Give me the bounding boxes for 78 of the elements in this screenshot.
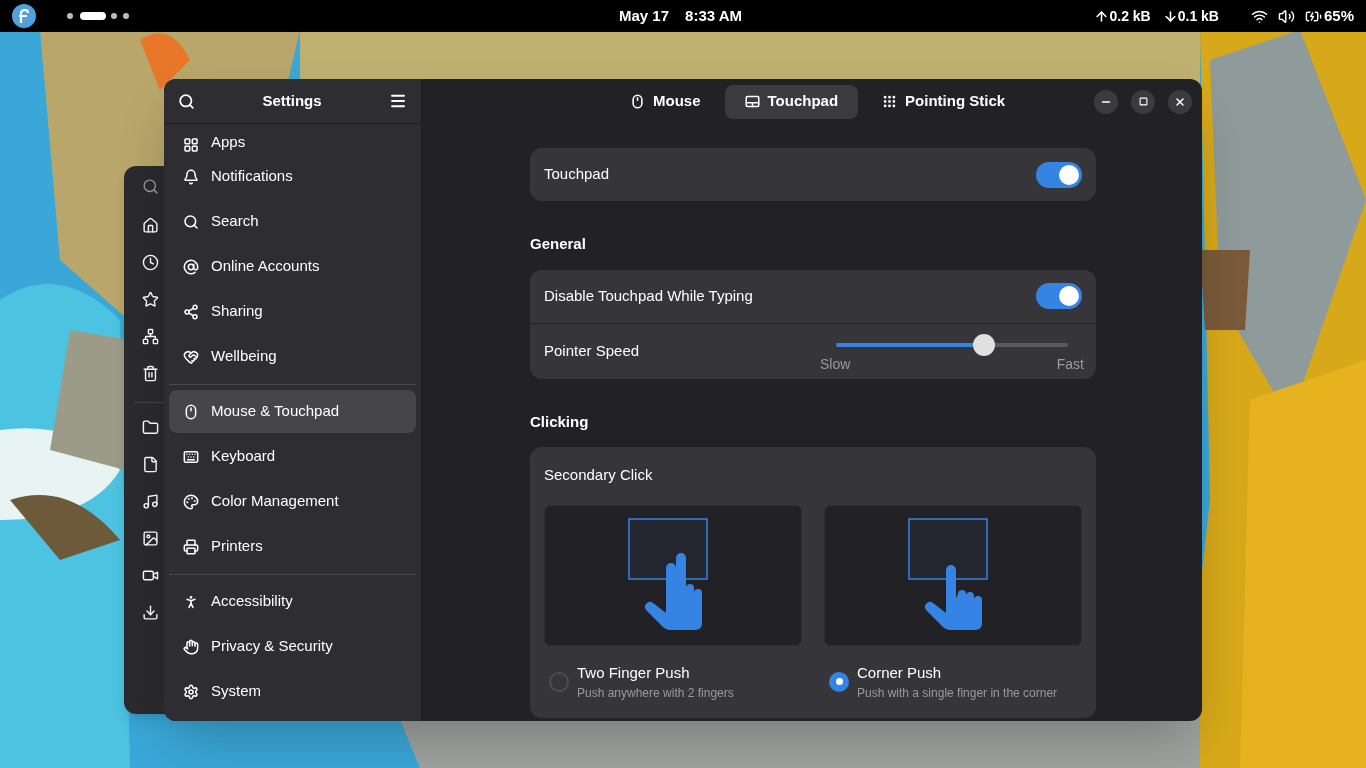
heart-hand-icon [183, 348, 199, 365]
option-preview[interactable] [824, 504, 1082, 646]
clock-text[interactable]: 8:33 AM [685, 4, 742, 28]
star-icon[interactable] [142, 291, 159, 308]
bell-icon [183, 168, 199, 185]
apps-icon [183, 137, 199, 153]
palette-icon [183, 493, 199, 510]
option-label: Two Finger Push [577, 662, 691, 683]
at-sign-icon [183, 258, 199, 275]
volume-icon[interactable] [1277, 7, 1295, 25]
upload-speed: 0.2 kB [1109, 6, 1151, 26]
image-icon[interactable] [142, 530, 159, 547]
mouse-icon [630, 94, 645, 109]
trash-icon[interactable] [142, 365, 159, 382]
minimize-button[interactable] [1094, 89, 1118, 114]
close-icon [1174, 95, 1186, 108]
download-icon[interactable] [142, 604, 159, 621]
keyboard-icon [183, 448, 199, 465]
search-icon[interactable] [178, 92, 195, 110]
radio-button[interactable] [549, 671, 569, 692]
view-tab[interactable]: Touchpad [724, 84, 859, 119]
download-icon [1162, 8, 1178, 24]
logo-icon [12, 4, 36, 28]
card-title: Secondary Click [544, 465, 654, 485]
sidebar-item[interactable]: Printers [169, 525, 416, 568]
share-icon [183, 303, 199, 320]
download-speed: 0.1 kB [1177, 6, 1219, 26]
row-label: Pointer Speed [544, 340, 640, 361]
mouse-icon [183, 403, 199, 420]
folder-icon[interactable] [142, 419, 159, 436]
toggle-switch[interactable] [1036, 161, 1082, 188]
slider-min-label: Slow [820, 354, 851, 374]
maximize-icon [1138, 97, 1148, 106]
sidebar-item[interactable]: Mouse & Touchpad [169, 390, 416, 433]
toggle-switch[interactable] [1036, 283, 1082, 309]
sidebar-item[interactable]: Search [169, 200, 416, 243]
sidebar-item[interactable]: Sharing [169, 290, 416, 333]
option-label: Corner Push [857, 662, 943, 683]
menu-icon[interactable] [389, 92, 407, 110]
clock-icon[interactable] [142, 254, 159, 271]
radio-button[interactable] [829, 671, 849, 692]
person-icon [183, 593, 199, 610]
sidebar-item[interactable]: Notifications [169, 155, 416, 198]
hand-icon [183, 638, 199, 655]
search-icon [183, 213, 199, 230]
sidebar-item[interactable]: Color Management [169, 480, 416, 523]
home-icon[interactable] [142, 217, 159, 234]
view-tab[interactable]: Mouse [610, 84, 721, 119]
option-description: Push anywhere with 2 fingers [577, 685, 734, 702]
file-icon[interactable] [142, 456, 159, 473]
sidebar-item[interactable]: System [169, 670, 416, 713]
network-icon[interactable] [142, 328, 159, 345]
music-icon[interactable] [142, 493, 159, 510]
row-label: Disable Touchpad While Typing [544, 285, 753, 306]
sidebar-item[interactable]: Wellbeing [169, 335, 416, 378]
option-description: Push with a single finger in the corner [857, 685, 1058, 702]
slider-max-label: Fast [1056, 354, 1084, 374]
view-tab[interactable]: Pointing Stick [862, 84, 1026, 119]
section-heading: General [530, 234, 587, 254]
battery-percentage[interactable]: 65% [1323, 4, 1354, 28]
sidebar-item[interactable]: Keyboard [169, 435, 416, 478]
sidebar-item[interactable]: Apps [169, 127, 416, 153]
close-button[interactable] [1168, 89, 1192, 114]
option-preview[interactable] [544, 504, 802, 646]
section-heading: Clicking [530, 411, 590, 432]
date-text[interactable]: May 17 [619, 4, 670, 28]
upload-icon [1094, 8, 1110, 24]
row-label: Touchpad [544, 164, 610, 185]
sidebar-item[interactable]: Accessibility [169, 580, 416, 623]
printer-icon [183, 538, 199, 555]
window-title: Settings [261, 90, 323, 111]
maximize-button[interactable] [1131, 89, 1155, 114]
sidebar-item[interactable]: Online Accounts [169, 245, 416, 288]
touchpad-icon [744, 94, 760, 109]
speed-slider[interactable] [836, 333, 1068, 356]
sidebar-item[interactable]: Privacy & Security [169, 625, 416, 668]
workspace-indicator-icon[interactable] [66, 12, 130, 20]
settings-icon [183, 683, 199, 700]
